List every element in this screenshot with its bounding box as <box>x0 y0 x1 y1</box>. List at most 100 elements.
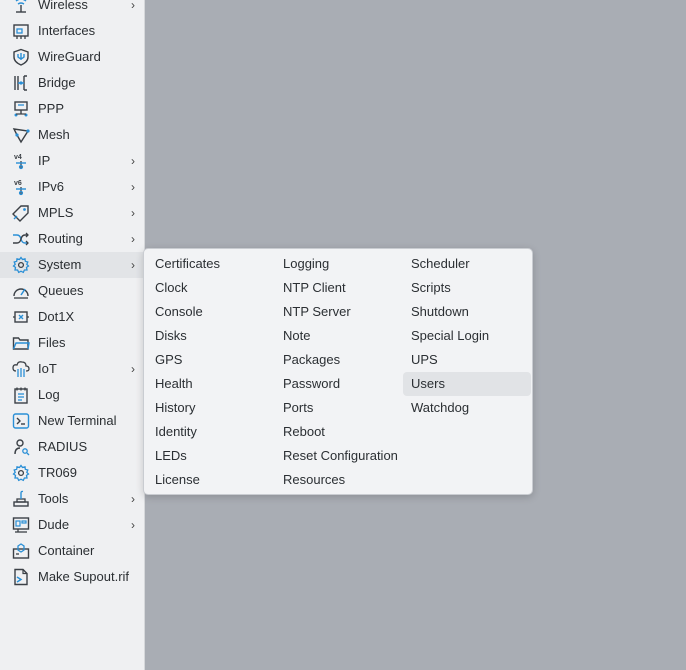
sidebar-item-interfaces[interactable]: Interfaces <box>0 18 145 44</box>
sidebar-item-dude[interactable]: Dude › <box>0 512 145 538</box>
submenu-item-certificates[interactable]: Certificates <box>147 252 275 276</box>
svg-text:v6: v6 <box>14 180 22 187</box>
submenu-item-clock[interactable]: Clock <box>147 276 275 300</box>
submenu-item-console[interactable]: Console <box>147 300 275 324</box>
sidebar-item-dot1x[interactable]: Dot1X <box>0 304 145 330</box>
sidebar-item-container[interactable]: Container <box>0 538 145 564</box>
ipv6-icon: v6 <box>12 178 30 196</box>
sidebar-item-files[interactable]: Files <box>0 330 145 356</box>
sidebar-item-ipv6[interactable]: v6 IPv6 › <box>0 174 145 200</box>
svg-text:v4: v4 <box>14 154 22 161</box>
chevron-right-icon: › <box>131 154 135 168</box>
folder-icon <box>12 334 30 352</box>
sidebar-item-system[interactable]: System › <box>0 252 145 278</box>
sidebar-item-iot[interactable]: IoT › <box>0 356 145 382</box>
sidebar-item-label: IoT <box>38 361 57 376</box>
submenu-item-reboot[interactable]: Reboot <box>275 420 403 444</box>
sidebar-item-label: Dot1X <box>38 309 75 324</box>
submenu-item-scripts[interactable]: Scripts <box>403 276 531 300</box>
sidebar-item-radius[interactable]: RADIUS <box>0 434 145 460</box>
ipv4-icon: v4 <box>12 152 30 170</box>
sidebar-item-label: Routing <box>38 231 83 246</box>
system-submenu: Certificates Clock Console Disks GPS Health Hi… <box>143 248 533 495</box>
sidebar-item-routing[interactable]: Routing › <box>0 226 145 252</box>
submenu-item-license[interactable]: License <box>147 468 275 492</box>
sidebar-item-label: Bridge <box>38 75 76 90</box>
chevron-right-icon: › <box>131 258 135 272</box>
sidebar-menu: Wireless › Interfaces WireGuard Bridge PPP Mes… <box>0 0 145 670</box>
sidebar-item-label: New Terminal <box>38 413 117 428</box>
sidebar-item-label: IP <box>38 153 51 168</box>
submenu-item-watchdog[interactable]: Watchdog <box>403 396 531 420</box>
sidebar-item-label: Interfaces <box>38 23 96 38</box>
sidebar-item-queues[interactable]: Queues <box>0 278 145 304</box>
submenu-item-note[interactable]: Note <box>275 324 403 348</box>
dot1x-icon <box>12 308 30 326</box>
sidebar-item-ppp[interactable]: PPP <box>0 96 145 122</box>
submenu-item-scheduler[interactable]: Scheduler <box>403 252 531 276</box>
chevron-right-icon: › <box>131 518 135 532</box>
sidebar-item-label: MPLS <box>38 205 74 220</box>
terminal-icon <box>12 412 30 430</box>
chevron-right-icon: › <box>131 492 135 506</box>
sidebar-item-bridge[interactable]: Bridge <box>0 70 145 96</box>
sidebar-item-ip[interactable]: v4 IP › <box>0 148 145 174</box>
sidebar-item-label: Files <box>38 335 66 350</box>
submenu-item-health[interactable]: Health <box>147 372 275 396</box>
sidebar-item-label: TR069 <box>38 465 78 480</box>
sidebar-item-label: Mesh <box>38 127 70 142</box>
submenu-item-packages[interactable]: Packages <box>275 348 403 372</box>
submenu-item-ntp-server[interactable]: NTP Server <box>275 300 403 324</box>
sidebar-item-label: Dude <box>38 517 70 532</box>
sidebar-item-label: IPv6 <box>38 179 65 194</box>
submenu-item-disks[interactable]: Disks <box>147 324 275 348</box>
sidebar-item-label: Log <box>38 387 60 402</box>
ppp-icon <box>12 100 30 118</box>
submenu-item-ntp-client[interactable]: NTP Client <box>275 276 403 300</box>
sidebar-item-label: System <box>38 257 82 272</box>
sidebar-item-tr069[interactable]: TR069 <box>0 460 145 486</box>
sidebar-item-tools[interactable]: Tools › <box>0 486 145 512</box>
routing-icon <box>12 230 30 248</box>
sidebar-item-make-supout-rif[interactable]: Make Supout.rif <box>0 564 145 590</box>
sidebar-item-wireless[interactable]: Wireless › <box>0 0 145 18</box>
submenu-item-resources[interactable]: Resources <box>275 468 403 492</box>
sidebar-item-log[interactable]: Log <box>0 382 145 408</box>
sidebar-item-new-terminal[interactable]: New Terminal <box>0 408 145 434</box>
dude-icon <box>12 516 30 534</box>
submenu-item-history[interactable]: History <box>147 396 275 420</box>
wireless-icon <box>12 0 30 14</box>
tr069-gear-icon <box>12 464 30 482</box>
submenu-item-users[interactable]: Users <box>403 372 531 396</box>
bridge-icon <box>12 74 30 92</box>
submenu-item-logging[interactable]: Logging <box>275 252 403 276</box>
queues-gauge-icon <box>12 282 30 300</box>
sidebar-item-label: RADIUS <box>38 439 88 454</box>
sidebar-item-label: Queues <box>38 283 84 298</box>
sidebar-item-label: Make Supout.rif <box>38 569 130 584</box>
sidebar-item-label: Tools <box>38 491 69 506</box>
chevron-right-icon: › <box>131 362 135 376</box>
interfaces-icon <box>12 22 30 40</box>
wireguard-icon <box>12 48 30 66</box>
submenu-item-password[interactable]: Password <box>275 372 403 396</box>
chevron-right-icon: › <box>131 0 135 12</box>
sidebar-item-mpls[interactable]: MPLS › <box>0 200 145 226</box>
radius-icon <box>12 438 30 456</box>
submenu-item-leds[interactable]: LEDs <box>147 444 275 468</box>
sidebar-item-mesh[interactable]: Mesh <box>0 122 145 148</box>
sidebar-item-wireguard[interactable]: WireGuard <box>0 44 145 70</box>
sidebar-item-label: WireGuard <box>38 49 101 64</box>
mpls-tag-icon <box>12 204 30 222</box>
submenu-item-identity[interactable]: Identity <box>147 420 275 444</box>
submenu-item-shutdown[interactable]: Shutdown <box>403 300 531 324</box>
supout-file-icon <box>12 568 30 586</box>
system-gear-icon <box>12 256 30 274</box>
mesh-icon <box>12 126 30 144</box>
submenu-item-special-login[interactable]: Special Login <box>403 324 531 348</box>
chevron-right-icon: › <box>131 232 135 246</box>
submenu-item-reset-configuration[interactable]: Reset Configuration <box>275 444 403 468</box>
submenu-item-gps[interactable]: GPS <box>147 348 275 372</box>
submenu-item-ports[interactable]: Ports <box>275 396 403 420</box>
submenu-item-ups[interactable]: UPS <box>403 348 531 372</box>
